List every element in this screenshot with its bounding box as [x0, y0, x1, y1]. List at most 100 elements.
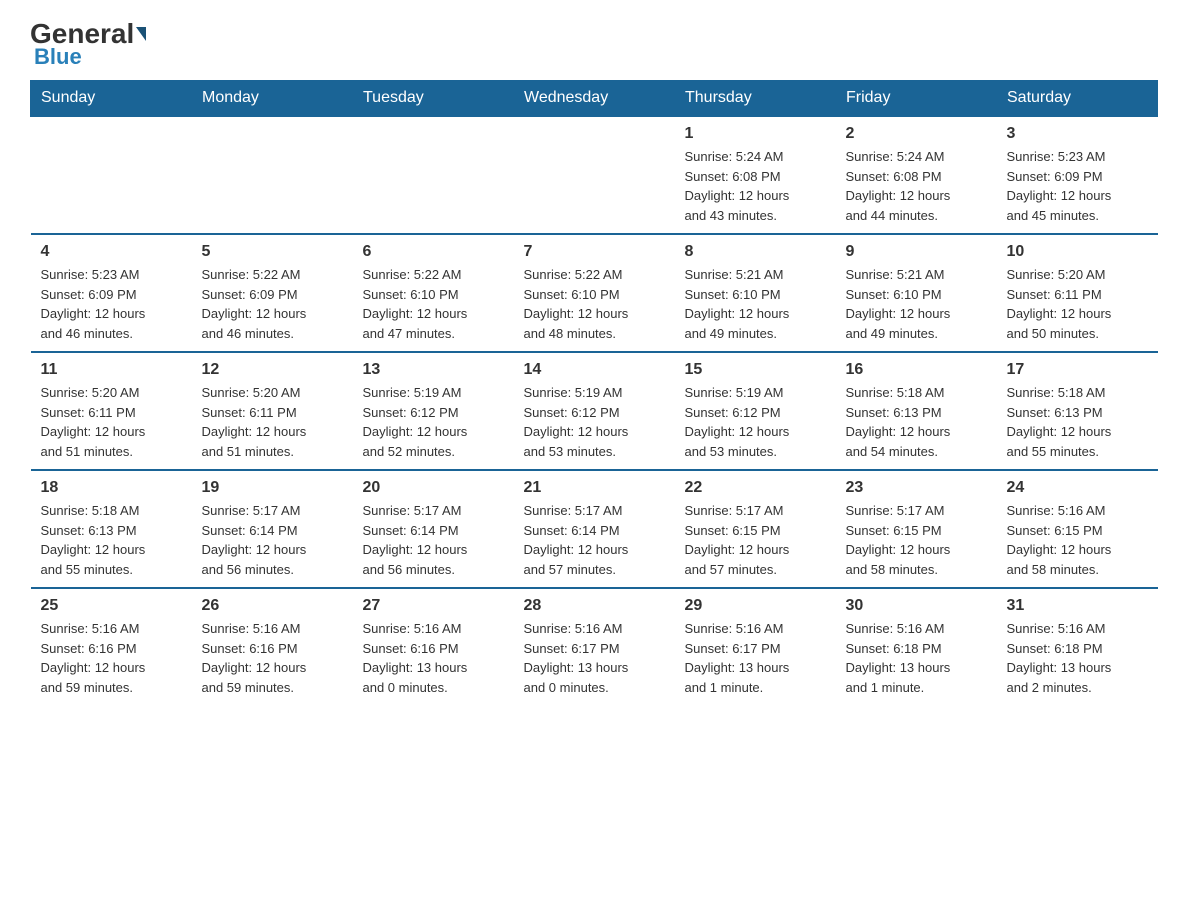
day-info: Sunrise: 5:16 AM Sunset: 6:15 PM Dayligh… — [1007, 501, 1148, 579]
calendar-day-cell: 19 Sunrise: 5:17 AM Sunset: 6:14 PM Dayli… — [192, 470, 353, 588]
day-info: Sunrise: 5:18 AM Sunset: 6:13 PM Dayligh… — [41, 501, 182, 579]
calendar-day-cell: 10 Sunrise: 5:20 AM Sunset: 6:11 PM Dayli… — [997, 234, 1158, 352]
logo-blue-text: Blue — [34, 44, 82, 70]
day-info: Sunrise: 5:22 AM Sunset: 6:10 PM Dayligh… — [363, 265, 504, 343]
day-info: Sunrise: 5:24 AM Sunset: 6:08 PM Dayligh… — [685, 147, 826, 225]
day-info: Sunrise: 5:23 AM Sunset: 6:09 PM Dayligh… — [41, 265, 182, 343]
calendar-day-cell: 27 Sunrise: 5:16 AM Sunset: 6:16 PM Dayli… — [353, 588, 514, 705]
calendar-header-cell: Tuesday — [353, 81, 514, 117]
day-info: Sunrise: 5:18 AM Sunset: 6:13 PM Dayligh… — [846, 383, 987, 461]
calendar-week-row: 1 Sunrise: 5:24 AM Sunset: 6:08 PM Daylig… — [31, 116, 1158, 234]
calendar-day-cell: 24 Sunrise: 5:16 AM Sunset: 6:15 PM Dayli… — [997, 470, 1158, 588]
day-number: 21 — [524, 479, 665, 497]
day-number: 31 — [1007, 597, 1148, 615]
calendar-day-cell — [353, 116, 514, 234]
calendar-day-cell: 3 Sunrise: 5:23 AM Sunset: 6:09 PM Daylig… — [997, 116, 1158, 234]
day-number: 23 — [846, 479, 987, 497]
day-number: 2 — [846, 125, 987, 143]
day-number: 10 — [1007, 243, 1148, 261]
day-number: 24 — [1007, 479, 1148, 497]
day-info: Sunrise: 5:19 AM Sunset: 6:12 PM Dayligh… — [685, 383, 826, 461]
calendar-header-cell: Monday — [192, 81, 353, 117]
calendar-day-cell: 9 Sunrise: 5:21 AM Sunset: 6:10 PM Daylig… — [836, 234, 997, 352]
day-info: Sunrise: 5:18 AM Sunset: 6:13 PM Dayligh… — [1007, 383, 1148, 461]
calendar-day-cell: 15Sunrise: 5:19 AM Sunset: 6:12 PM Dayli… — [675, 352, 836, 470]
calendar-header-cell: Sunday — [31, 81, 192, 117]
day-number: 22 — [685, 479, 826, 497]
day-info: Sunrise: 5:22 AM Sunset: 6:09 PM Dayligh… — [202, 265, 343, 343]
calendar-day-cell: 18Sunrise: 5:18 AM Sunset: 6:13 PM Dayli… — [31, 470, 192, 588]
day-number: 20 — [363, 479, 504, 497]
calendar-header-cell: Wednesday — [514, 81, 675, 117]
day-info: Sunrise: 5:17 AM Sunset: 6:14 PM Dayligh… — [524, 501, 665, 579]
day-number: 19 — [202, 479, 343, 497]
day-number: 14 — [524, 361, 665, 379]
day-info: Sunrise: 5:20 AM Sunset: 6:11 PM Dayligh… — [41, 383, 182, 461]
calendar-day-cell — [31, 116, 192, 234]
calendar-day-cell: 1 Sunrise: 5:24 AM Sunset: 6:08 PM Daylig… — [675, 116, 836, 234]
day-info: Sunrise: 5:16 AM Sunset: 6:18 PM Dayligh… — [846, 619, 987, 697]
day-number: 3 — [1007, 125, 1148, 143]
calendar-day-cell: 4Sunrise: 5:23 AM Sunset: 6:09 PM Daylig… — [31, 234, 192, 352]
day-number: 16 — [846, 361, 987, 379]
day-number: 12 — [202, 361, 343, 379]
calendar-day-cell: 8 Sunrise: 5:21 AM Sunset: 6:10 PM Daylig… — [675, 234, 836, 352]
day-info: Sunrise: 5:16 AM Sunset: 6:16 PM Dayligh… — [202, 619, 343, 697]
calendar-day-cell: 11 Sunrise: 5:20 AM Sunset: 6:11 PM Dayli… — [31, 352, 192, 470]
day-number: 6 — [363, 243, 504, 261]
day-number: 13 — [363, 361, 504, 379]
calendar-day-cell: 12 Sunrise: 5:20 AM Sunset: 6:11 PM Dayli… — [192, 352, 353, 470]
calendar-day-cell: 23Sunrise: 5:17 AM Sunset: 6:15 PM Dayli… — [836, 470, 997, 588]
day-info: Sunrise: 5:20 AM Sunset: 6:11 PM Dayligh… — [1007, 265, 1148, 343]
day-info: Sunrise: 5:17 AM Sunset: 6:14 PM Dayligh… — [363, 501, 504, 579]
day-number: 8 — [685, 243, 826, 261]
calendar-day-cell: 26Sunrise: 5:16 AM Sunset: 6:16 PM Dayli… — [192, 588, 353, 705]
calendar-day-cell: 30 Sunrise: 5:16 AM Sunset: 6:18 PM Dayli… — [836, 588, 997, 705]
day-info: Sunrise: 5:16 AM Sunset: 6:16 PM Dayligh… — [363, 619, 504, 697]
calendar-day-cell: 22 Sunrise: 5:17 AM Sunset: 6:15 PM Dayli… — [675, 470, 836, 588]
calendar-day-cell: 14 Sunrise: 5:19 AM Sunset: 6:12 PM Dayli… — [514, 352, 675, 470]
day-info: Sunrise: 5:21 AM Sunset: 6:10 PM Dayligh… — [846, 265, 987, 343]
day-info: Sunrise: 5:16 AM Sunset: 6:16 PM Dayligh… — [41, 619, 182, 697]
calendar-day-cell: 6 Sunrise: 5:22 AM Sunset: 6:10 PM Daylig… — [353, 234, 514, 352]
day-number: 28 — [524, 597, 665, 615]
day-info: Sunrise: 5:16 AM Sunset: 6:17 PM Dayligh… — [524, 619, 665, 697]
calendar-day-cell: 17 Sunrise: 5:18 AM Sunset: 6:13 PM Dayli… — [997, 352, 1158, 470]
day-info: Sunrise: 5:19 AM Sunset: 6:12 PM Dayligh… — [524, 383, 665, 461]
day-number: 9 — [846, 243, 987, 261]
calendar-day-cell: 29Sunrise: 5:16 AM Sunset: 6:17 PM Dayli… — [675, 588, 836, 705]
day-number: 1 — [685, 125, 826, 143]
day-info: Sunrise: 5:17 AM Sunset: 6:14 PM Dayligh… — [202, 501, 343, 579]
calendar-header-cell: Friday — [836, 81, 997, 117]
calendar-day-cell: 21 Sunrise: 5:17 AM Sunset: 6:14 PM Dayli… — [514, 470, 675, 588]
day-info: Sunrise: 5:21 AM Sunset: 6:10 PM Dayligh… — [685, 265, 826, 343]
day-number: 7 — [524, 243, 665, 261]
day-info: Sunrise: 5:16 AM Sunset: 6:18 PM Dayligh… — [1007, 619, 1148, 697]
calendar-week-row: 4Sunrise: 5:23 AM Sunset: 6:09 PM Daylig… — [31, 234, 1158, 352]
calendar-day-cell — [192, 116, 353, 234]
calendar-header-cell: Thursday — [675, 81, 836, 117]
day-info: Sunrise: 5:20 AM Sunset: 6:11 PM Dayligh… — [202, 383, 343, 461]
calendar-day-cell: 25 Sunrise: 5:16 AM Sunset: 6:16 PM Dayli… — [31, 588, 192, 705]
calendar-body: 1 Sunrise: 5:24 AM Sunset: 6:08 PM Daylig… — [31, 116, 1158, 705]
calendar-day-cell: 31 Sunrise: 5:16 AM Sunset: 6:18 PM Dayli… — [997, 588, 1158, 705]
day-number: 5 — [202, 243, 343, 261]
logo-arrow-icon — [136, 27, 146, 41]
calendar-day-cell: 13Sunrise: 5:19 AM Sunset: 6:12 PM Dayli… — [353, 352, 514, 470]
day-number: 11 — [41, 361, 182, 379]
day-info: Sunrise: 5:17 AM Sunset: 6:15 PM Dayligh… — [685, 501, 826, 579]
calendar-day-cell: 5 Sunrise: 5:22 AM Sunset: 6:09 PM Daylig… — [192, 234, 353, 352]
calendar-week-row: 18Sunrise: 5:18 AM Sunset: 6:13 PM Dayli… — [31, 470, 1158, 588]
day-number: 17 — [1007, 361, 1148, 379]
day-number: 27 — [363, 597, 504, 615]
day-info: Sunrise: 5:24 AM Sunset: 6:08 PM Dayligh… — [846, 147, 987, 225]
day-info: Sunrise: 5:23 AM Sunset: 6:09 PM Dayligh… — [1007, 147, 1148, 225]
day-number: 25 — [41, 597, 182, 615]
page-header: General Blue — [30, 20, 1158, 70]
day-number: 30 — [846, 597, 987, 615]
day-info: Sunrise: 5:22 AM Sunset: 6:10 PM Dayligh… — [524, 265, 665, 343]
calendar-table: SundayMondayTuesdayWednesdayThursdayFrid… — [30, 80, 1158, 705]
calendar-header: SundayMondayTuesdayWednesdayThursdayFrid… — [31, 81, 1158, 117]
calendar-week-row: 11 Sunrise: 5:20 AM Sunset: 6:11 PM Dayli… — [31, 352, 1158, 470]
day-number: 29 — [685, 597, 826, 615]
